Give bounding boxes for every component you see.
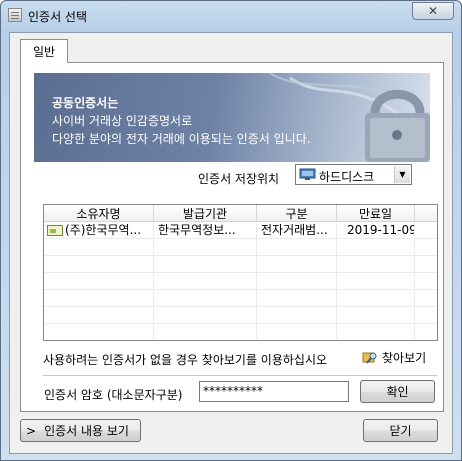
column-issuer[interactable]: 발급기관 xyxy=(154,205,257,222)
padlock-icon xyxy=(269,73,430,162)
window-title: 인증서 선택 xyxy=(28,10,88,24)
certificate-list[interactable]: 소유자명 발급기관 구분 만료일 (주)한국무역... 한국무역정보... 전자… xyxy=(43,204,438,341)
general-tab-panel: 공동인증서는 사이버 거래상 인감증명서로 다양한 분야의 전자 거래에 이용되… xyxy=(20,62,444,412)
close-button[interactable]: 닫기 xyxy=(363,419,438,442)
type-cell: 전자거래범... xyxy=(257,222,337,239)
browse-label: 찾아보기 xyxy=(382,351,427,365)
expiry-cell: 2019-11-09 xyxy=(337,222,415,239)
view-certificate-button[interactable]: > 인증서 내용 보기 xyxy=(20,419,141,442)
divider xyxy=(43,375,437,377)
title-bar[interactable]: 인증서 선택 ✕ xyxy=(1,1,461,29)
browse-button[interactable]: 찾아보기 xyxy=(362,349,426,366)
table-row xyxy=(44,307,437,324)
column-filler xyxy=(415,205,437,222)
table-row xyxy=(44,290,437,307)
table-row xyxy=(44,273,437,290)
storage-location-label: 인증서 저장위치 xyxy=(198,172,280,186)
document-icon xyxy=(8,8,22,22)
table-row xyxy=(44,324,437,340)
table-row xyxy=(44,256,437,273)
view-certificate-label: 인증서 내용 보기 xyxy=(44,424,129,438)
ok-button[interactable]: 확인 xyxy=(360,380,435,403)
issuer-cell: 한국무역정보... xyxy=(154,222,257,239)
browse-hint: 사용하려는 인증서가 없을 경우 찾아보기를 이용하십시오 xyxy=(43,353,328,367)
hard-disk-icon xyxy=(299,168,316,180)
password-field[interactable]: ********** xyxy=(199,381,349,402)
password-label: 인증서 암호 (대소문자구분) xyxy=(44,388,183,402)
storage-location-select[interactable]: 하드디스크 ▼ xyxy=(295,164,412,185)
chevron-right-icon: > xyxy=(26,423,37,438)
certificate-list-header: 소유자명 발급기관 구분 만료일 xyxy=(44,205,437,222)
column-type[interactable]: 구분 xyxy=(257,205,337,222)
column-expiry[interactable]: 만료일 xyxy=(337,205,415,222)
table-row[interactable]: (주)한국무역... 한국무역정보... 전자거래범... 2019-11-09 xyxy=(44,222,437,239)
banner-line: 다양한 분야의 전자 거래에 이용되는 인증서 입니다. xyxy=(52,132,311,146)
owner-name: (주)한국무역... xyxy=(65,223,142,237)
dialog-body: 일반 공동인증서는 사이버 거래상 인감증명서로 다양한 분야의 전자 거래에 … xyxy=(9,32,453,454)
column-owner[interactable]: 소유자명 xyxy=(44,205,154,222)
info-banner: 공동인증서는 사이버 거래상 인감증명서로 다양한 분야의 전자 거래에 이용되… xyxy=(34,73,430,162)
banner-title: 공동인증서는 xyxy=(52,96,119,110)
tab-general[interactable]: 일반 xyxy=(20,39,68,63)
banner-line: 사이버 거래상 인감증명서로 xyxy=(52,114,193,128)
certificate-icon xyxy=(47,225,63,236)
storage-location-value: 하드디스크 xyxy=(319,170,375,184)
certificate-select-dialog: 인증서 선택 ✕ 일반 공동인증서는 사이버 거래상 인감증명서로 다양한 분야… xyxy=(0,0,462,461)
owner-cell: (주)한국무역... xyxy=(44,222,154,239)
folder-search-icon xyxy=(362,352,377,364)
table-row xyxy=(44,239,437,256)
chevron-down-icon[interactable]: ▼ xyxy=(394,166,410,183)
close-window-button[interactable]: ✕ xyxy=(412,2,454,20)
